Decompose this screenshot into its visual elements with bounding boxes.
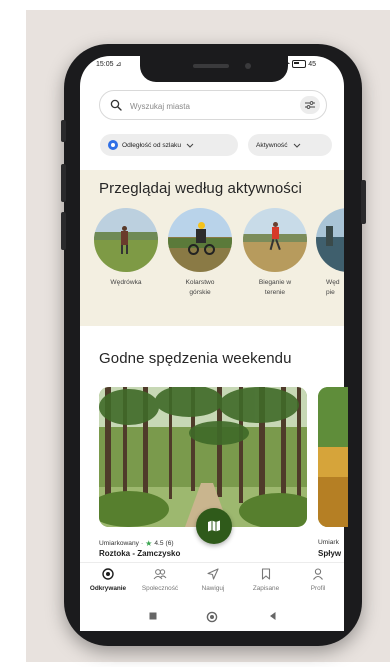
tab-saved[interactable]: Zapisane	[240, 568, 292, 592]
mountain-biking-image	[168, 208, 232, 272]
notch-speaker	[193, 64, 229, 68]
phone-side-button	[61, 120, 66, 142]
activity-label: Bieganie w terenie	[243, 278, 307, 298]
forest-photo	[99, 387, 307, 527]
search-input[interactable]	[128, 98, 282, 114]
phone-power-button	[361, 180, 366, 224]
trail-card-2-name[interactable]: Spływ	[318, 549, 344, 558]
battery-level: 45	[308, 60, 317, 68]
status-time-text: 15:05	[96, 61, 114, 68]
distance-filter-label: Odległość od szlaku	[122, 141, 182, 149]
browse-activities-title: Przeglądaj według aktywności	[99, 180, 302, 197]
community-icon	[153, 569, 167, 580]
activity-label: Węd pie	[316, 278, 344, 298]
status-time: 15:05 ⊿	[96, 60, 121, 68]
activity-label-line1: Wędrówka	[110, 279, 142, 286]
filter-settings-button[interactable]	[300, 96, 320, 114]
activity-label: Kolarstwo górskie	[168, 278, 232, 298]
activity-label-line2: górskie	[189, 289, 211, 297]
profile-icon	[313, 568, 323, 580]
trail-card-name[interactable]: Roztoka - Zamczysko	[99, 549, 180, 558]
star-icon: ★	[145, 539, 153, 548]
location-dot-icon	[108, 140, 118, 150]
activity-filter-label: Aktywność	[256, 141, 288, 149]
navigate-icon	[207, 568, 219, 580]
bookmark-icon	[261, 568, 271, 580]
activity-item-partial[interactable]: Węd pie	[316, 208, 344, 298]
compass-icon	[102, 568, 114, 580]
meta-separator: ·	[140, 540, 144, 547]
trail-card-meta: Umiarkowany · ★ 4.5 (6)	[99, 539, 174, 548]
back-icon[interactable]	[268, 611, 278, 621]
tab-profile[interactable]: Profil	[292, 568, 344, 592]
phone-volume-down-button	[61, 212, 66, 250]
tab-explore[interactable]: Odkrywanie	[82, 568, 134, 592]
activity-label-line2: terenie	[264, 289, 286, 297]
notch-camera	[245, 63, 251, 69]
activity-item-trail-running[interactable]: Bieganie w terenie	[243, 208, 307, 298]
sliders-icon	[305, 101, 315, 109]
recent-apps-icon[interactable]	[148, 611, 158, 621]
tab-label: Profil	[310, 585, 326, 592]
tab-label: Odkrywanie	[89, 585, 127, 592]
tab-label: Społeczność	[141, 585, 179, 592]
activity-label-line2: pie	[326, 289, 335, 297]
activity-item-hiking[interactable]: Wędrówka	[94, 208, 158, 288]
home-icon[interactable]	[206, 611, 218, 623]
activity-item-mountain-biking[interactable]: Kolarstwo górskie	[168, 208, 232, 298]
trail-card-2-image[interactable]	[318, 387, 348, 527]
hiking-image	[94, 208, 158, 272]
tab-community[interactable]: Społeczność	[134, 568, 186, 592]
distance-filter-chip[interactable]: Odległość od szlaku	[100, 134, 238, 156]
tab-label: Zapisane	[252, 585, 280, 592]
difficulty-label: Umiarkowany	[99, 540, 139, 547]
activity-label-line1: Bieganie w	[258, 279, 292, 286]
chevron-down-icon	[186, 143, 194, 148]
map-icon	[208, 520, 220, 532]
tab-navigate[interactable]: Nawiguj	[187, 568, 239, 592]
review-count: (6)	[165, 540, 174, 547]
rating-value: 4.5	[154, 540, 164, 547]
activity-label: Wędrówka	[94, 278, 158, 288]
trail-card-image[interactable]	[99, 387, 307, 527]
location-icon: ⊿	[115, 61, 122, 68]
activity-filter-chip[interactable]: Aktywność	[248, 134, 332, 156]
trail-card-2-meta: Umiark	[318, 539, 339, 546]
activity-label-line1: Węd	[326, 279, 340, 286]
activity-label-line1: Kolarstwo	[185, 279, 215, 286]
river-photo	[318, 387, 348, 527]
search-bar[interactable]	[99, 90, 327, 120]
notch	[140, 56, 288, 82]
partial-activity-image	[316, 208, 344, 272]
map-view-button[interactable]	[196, 508, 232, 544]
phone-volume-up-button	[61, 164, 66, 202]
trail-running-image	[243, 208, 307, 272]
chevron-down-icon	[293, 143, 300, 148]
status-indicators: ◔ 45	[286, 60, 316, 68]
signal-icon: ◔	[286, 60, 291, 68]
canvas: 15:05 ⊿ ◔ 45 Odległość od szlaku	[0, 0, 390, 667]
weekend-section-title: Godne spędzenia weekendu	[99, 350, 292, 367]
search-icon	[110, 99, 122, 111]
battery-icon	[292, 60, 307, 68]
tab-label: Nawiguj	[201, 585, 225, 592]
